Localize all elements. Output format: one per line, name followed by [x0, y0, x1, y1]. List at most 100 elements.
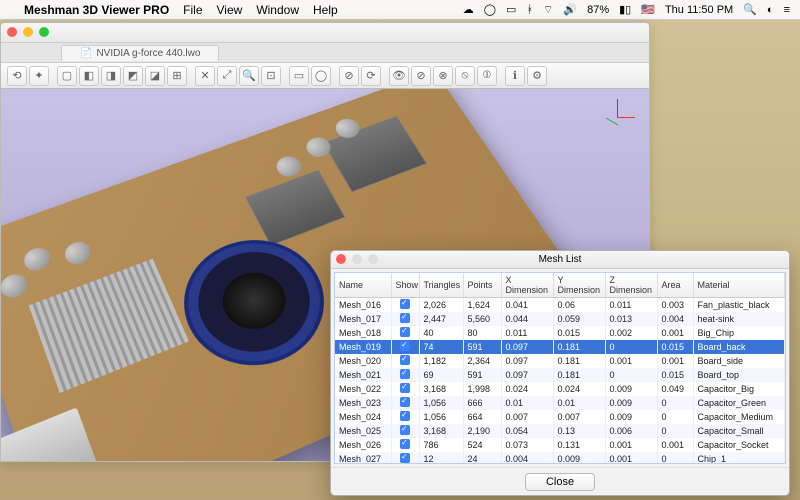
- toolbar-button-10[interactable]: ✕: [195, 66, 215, 86]
- table-row[interactable]: Mesh_0162,0261,6240.0410.060.0110.003Fan…: [335, 298, 785, 313]
- show-checkbox[interactable]: [400, 425, 410, 435]
- toolbar-button-18[interactable]: ⊘: [339, 66, 359, 86]
- close-icon[interactable]: [336, 254, 346, 264]
- show-checkbox[interactable]: [400, 397, 410, 407]
- circle-icon[interactable]: ◯: [484, 3, 496, 16]
- show-checkbox[interactable]: [400, 299, 410, 309]
- toolbar-button-28[interactable]: ⚙: [527, 66, 547, 86]
- show-checkbox[interactable]: [400, 355, 410, 365]
- column-header[interactable]: Material: [693, 273, 785, 298]
- column-header[interactable]: Triangles: [419, 273, 463, 298]
- mesh-table-wrap[interactable]: NameShowTrianglesPointsX DimensionY Dime…: [334, 272, 786, 464]
- menu-view[interactable]: View: [217, 3, 243, 17]
- menu-file[interactable]: File: [183, 3, 202, 17]
- cell-value: 1,182: [419, 354, 463, 368]
- table-row[interactable]: Mesh_01840800.0110.0150.0020.001Big_Chip: [335, 326, 785, 340]
- table-row[interactable]: Mesh_021695910.0970.18100.015Board_top: [335, 368, 785, 382]
- minimize-icon[interactable]: [23, 27, 33, 37]
- wifi-icon[interactable]: ⌔: [543, 3, 553, 17]
- cell-value: 74: [419, 340, 463, 354]
- cell-value: 3,168: [419, 382, 463, 396]
- maximize-icon[interactable]: [39, 27, 49, 37]
- table-row[interactable]: Mesh_0267865240.0730.1310.0010.001Capaci…: [335, 438, 785, 452]
- toolbar-button-4[interactable]: ◧: [79, 66, 99, 86]
- cell-value: 0.097: [501, 354, 553, 368]
- menu-help[interactable]: Help: [313, 3, 338, 17]
- window-titlebar[interactable]: [1, 23, 649, 43]
- column-header[interactable]: Show: [391, 273, 419, 298]
- cloud-icon[interactable]: ☁: [463, 3, 474, 16]
- table-row[interactable]: Mesh_0223,1681,9980.0240.0240.0090.049Ca…: [335, 382, 785, 396]
- cell-material: Big_Chip: [693, 326, 785, 340]
- column-header[interactable]: Name: [335, 273, 391, 298]
- toolbar-button-24[interactable]: ⦸: [455, 66, 475, 86]
- table-row[interactable]: Mesh_0172,4475,5600.0440.0590.0130.004he…: [335, 312, 785, 326]
- toolbar-button-23[interactable]: ⊗: [433, 66, 453, 86]
- toolbar-button-5[interactable]: ◨: [101, 66, 121, 86]
- toolbar-button-25[interactable]: ⦶: [477, 66, 497, 86]
- cell-value: 2,026: [419, 298, 463, 313]
- cell-value: 80: [463, 326, 501, 340]
- toolbar-button-0[interactable]: ⟲: [7, 66, 27, 86]
- table-row[interactable]: Mesh_0241,0566640.0070.0070.0090Capacito…: [335, 410, 785, 424]
- column-header[interactable]: X Dimension: [501, 273, 553, 298]
- column-header[interactable]: Y Dimension: [553, 273, 605, 298]
- toolbar-button-6[interactable]: ◩: [123, 66, 143, 86]
- close-button[interactable]: Close: [525, 473, 595, 491]
- toolbar-button-22[interactable]: ⊘: [411, 66, 431, 86]
- table-row[interactable]: Mesh_0253,1682,1900.0540.130.0060Capacit…: [335, 424, 785, 438]
- table-row[interactable]: Mesh_0201,1822,3640.0970.1810.0010.001Bo…: [335, 354, 785, 368]
- toolbar-button-8[interactable]: ⊞: [167, 66, 187, 86]
- model-chip: [245, 170, 345, 246]
- toolbar-button-21[interactable]: 👁: [389, 66, 409, 86]
- show-checkbox[interactable]: [400, 313, 410, 323]
- show-checkbox[interactable]: [400, 369, 410, 379]
- toolbar-button-11[interactable]: ⤢: [217, 66, 237, 86]
- cell-name: Mesh_022: [335, 382, 391, 396]
- table-row[interactable]: Mesh_019745910.0970.18100.015Board_back: [335, 340, 785, 354]
- cell-value: 0.13: [553, 424, 605, 438]
- toolbar-button-7[interactable]: ◪: [145, 66, 165, 86]
- battery-icon[interactable]: ▮▯: [619, 3, 631, 16]
- toolbar-button-3[interactable]: ▢: [57, 66, 77, 86]
- cell-value: 0.024: [553, 382, 605, 396]
- volume-icon[interactable]: 🔊: [563, 3, 577, 16]
- toolbar-separator: [499, 66, 503, 86]
- flag-icon[interactable]: 🇺🇸: [641, 3, 655, 16]
- mesh-table: NameShowTrianglesPointsX DimensionY Dime…: [335, 273, 785, 464]
- cell-material: heat-sink: [693, 312, 785, 326]
- axis-gizmo[interactable]: [599, 99, 635, 135]
- show-checkbox[interactable]: [400, 341, 410, 351]
- panel-titlebar[interactable]: Mesh List: [331, 251, 789, 269]
- toolbar-button-16[interactable]: ◯: [311, 66, 331, 86]
- toolbar-button-19[interactable]: ⟳: [361, 66, 381, 86]
- column-header[interactable]: Z Dimension: [605, 273, 657, 298]
- document-tab[interactable]: 📄 NVIDIA g-force 440.lwo: [61, 45, 219, 61]
- control-center-icon[interactable]: ◐: [767, 4, 774, 16]
- table-row[interactable]: Mesh_0231,0566660.010.010.0090Capacitor_…: [335, 396, 785, 410]
- spotlight-icon[interactable]: 🔍: [743, 3, 757, 16]
- bluetooth-icon[interactable]: ᚼ: [526, 4, 533, 16]
- display-icon[interactable]: ▭: [506, 3, 516, 16]
- show-checkbox[interactable]: [400, 439, 410, 449]
- clock[interactable]: Thu 11:50 PM: [665, 4, 733, 16]
- menu-window[interactable]: Window: [256, 3, 299, 17]
- show-checkbox[interactable]: [400, 411, 410, 421]
- toolbar-button-12[interactable]: 🔍: [239, 66, 259, 86]
- toolbar-button-1[interactable]: ✦: [29, 66, 49, 86]
- show-checkbox[interactable]: [400, 383, 410, 393]
- toolbar-button-13[interactable]: ⊡: [261, 66, 281, 86]
- siri-icon[interactable]: ≡: [784, 4, 790, 16]
- toolbar-button-15[interactable]: ▭: [289, 66, 309, 86]
- column-header[interactable]: Points: [463, 273, 501, 298]
- toolbar-separator: [333, 66, 337, 86]
- app-name[interactable]: Meshman 3D Viewer PRO: [24, 3, 169, 17]
- cell-name: Mesh_019: [335, 340, 391, 354]
- show-checkbox[interactable]: [400, 453, 410, 463]
- show-checkbox[interactable]: [400, 327, 410, 337]
- close-icon[interactable]: [7, 27, 17, 37]
- toolbar-button-27[interactable]: ℹ: [505, 66, 525, 86]
- table-row[interactable]: Mesh_02712240.0040.0090.0010Chip_1: [335, 452, 785, 464]
- cell-material: Capacitor_Big: [693, 382, 785, 396]
- column-header[interactable]: Area: [657, 273, 693, 298]
